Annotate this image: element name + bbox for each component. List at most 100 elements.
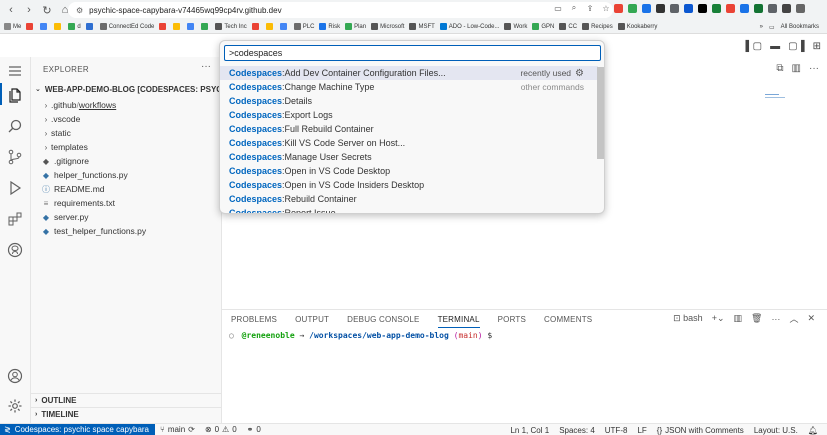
tree-folder[interactable]: › .github / workflows [31, 98, 222, 112]
share-icon[interactable]: ⇪ [585, 3, 595, 13]
extension-icon[interactable] [656, 4, 665, 13]
bookmark-item[interactable]: d [68, 23, 81, 30]
reload-icon[interactable]: ↻ [40, 3, 54, 17]
tree-file[interactable]: ◆ .gitignore [31, 154, 222, 168]
bookmark-item[interactable]: Recipes [582, 23, 613, 30]
problems-status[interactable]: ⊗ 0 ⚠ 0 [200, 425, 242, 434]
bookmark-item[interactable] [85, 23, 95, 30]
tree-file[interactable]: ◆ test_helper_functions.py [31, 224, 222, 238]
extension-icon[interactable] [782, 4, 791, 13]
branch-status[interactable]: ⑂ main ⟳ [155, 425, 200, 434]
command-item[interactable]: Codespaces: Change Machine Type other com… [220, 80, 598, 94]
bookmarks-overflow-icon[interactable]: » [760, 24, 763, 30]
bookmark-item[interactable]: Tech Inc [215, 23, 247, 30]
forward-icon[interactable]: › [22, 3, 36, 17]
extension-icon[interactable] [698, 4, 707, 13]
search-icon[interactable] [6, 117, 24, 135]
bookmark-item[interactable] [279, 23, 289, 30]
command-palette-input[interactable]: >codespaces [224, 45, 601, 61]
remote-indicator[interactable]: ≷ Codespaces: psychic space capybara [0, 423, 155, 435]
panel-tab-debug-console[interactable]: DEBUG CONSOLE [338, 310, 428, 328]
toggle-secondary-sidebar-icon[interactable]: ▢▐ [788, 41, 805, 52]
command-item[interactable]: Codespaces: Details [220, 94, 598, 108]
outline-section[interactable]: › OUTLINE [31, 393, 222, 407]
tree-file[interactable]: ◆ helper_functions.py [31, 168, 222, 182]
tree-folder[interactable]: › .vscode [31, 112, 222, 126]
address-bar[interactable]: ⚙ psychic-space-capybara-v74465wq99cp4rv… [68, 2, 613, 18]
toggle-panel-icon[interactable]: ▬ [770, 41, 780, 52]
explorer-icon[interactable] [6, 86, 24, 104]
bookmark-item[interactable]: Work [504, 23, 527, 30]
run-debug-icon[interactable] [6, 179, 24, 197]
ports-status[interactable]: ⚭ 0 [242, 425, 266, 434]
bookmark-item[interactable]: MSFT [409, 23, 435, 30]
bookmark-item[interactable]: Plan [345, 23, 366, 30]
bookmark-star-icon[interactable]: ☆ [601, 3, 611, 13]
language-mode[interactable]: {} JSON with Comments [652, 426, 749, 435]
command-item[interactable]: Codespaces: Kill VS Code Server on Host.… [220, 136, 598, 150]
bookmark-item[interactable]: GPN [532, 23, 554, 30]
command-item[interactable]: Codespaces: Full Rebuild Container [220, 122, 598, 136]
command-item[interactable]: Codespaces: Add Dev Container Configurat… [220, 66, 598, 80]
extension-icon[interactable] [726, 4, 735, 13]
open-preview-icon[interactable]: ⧉ [776, 63, 783, 74]
maximize-panel-icon[interactable]: ︿ [789, 312, 798, 325]
cursor-position[interactable]: Ln 1, Col 1 [505, 426, 554, 435]
bookmark-item[interactable] [201, 23, 210, 30]
bookmark-item[interactable]: ConnectEd Code [99, 23, 154, 30]
github-icon[interactable] [6, 241, 24, 259]
bookmark-item[interactable]: Microsoft [371, 23, 404, 30]
extension-icon[interactable] [768, 4, 777, 13]
panel-tab-ports[interactable]: PORTS [489, 310, 535, 328]
bookmark-item[interactable] [251, 23, 261, 30]
bookmark-item[interactable] [265, 23, 275, 30]
tree-file[interactable]: ◆ server.py [31, 210, 222, 224]
site-info-icon[interactable]: ⚙ [76, 6, 83, 15]
editor-more-icon[interactable]: ··· [809, 63, 819, 74]
encoding[interactable]: UTF-8 [600, 426, 633, 435]
panel-tab-comments[interactable]: COMMENTS [535, 310, 601, 328]
bookmark-item[interactable]: Kookaberry [617, 23, 657, 30]
extension-icon[interactable] [754, 4, 763, 13]
extension-icon[interactable] [740, 4, 749, 13]
bookmark-item[interactable] [26, 23, 35, 30]
kill-terminal-icon[interactable]: 🗑 [751, 313, 762, 324]
command-item[interactable]: Codespaces: Rebuild Container [220, 192, 598, 206]
accounts-icon[interactable] [6, 367, 24, 385]
settings-gear-icon[interactable] [6, 397, 24, 415]
close-panel-icon[interactable]: ✕ [807, 313, 815, 324]
bookmark-item[interactable] [54, 23, 63, 30]
extension-icon[interactable] [670, 4, 679, 13]
panel-tab-problems[interactable]: PROBLEMS [222, 310, 286, 328]
extensions-icon[interactable] [6, 210, 24, 228]
extension-icon[interactable] [642, 4, 651, 13]
explorer-more-icon[interactable]: ··· [201, 61, 211, 72]
panel-tab-output[interactable]: OUTPUT [286, 310, 338, 328]
terminal-shell[interactable]: ⊡ bash [673, 313, 703, 324]
keyboard-layout[interactable]: Layout: U.S. [749, 426, 803, 435]
cast-icon[interactable]: ▭ [553, 3, 563, 13]
configure-keybinding-gear-icon[interactable]: ⚙ [575, 68, 584, 79]
terminal-prompt[interactable]: ○ @reneenoble → /workspaces/web-app-demo… [229, 331, 492, 340]
bookmark-item[interactable]: PLC [293, 23, 314, 30]
bookmark-item[interactable] [159, 23, 168, 30]
panel-tab-terminal[interactable]: TERMINAL [429, 310, 489, 328]
minimap[interactable] [765, 94, 787, 100]
panel-more-icon[interactable]: ··· [771, 314, 780, 324]
bookmark-item[interactable]: Me [4, 23, 21, 30]
zoom-icon[interactable]: ⌕ [569, 3, 579, 13]
timeline-section[interactable]: › TIMELINE [31, 407, 222, 421]
extension-icon[interactable] [614, 4, 623, 13]
bookmark-item[interactable]: CC [559, 23, 577, 30]
notifications-bell-icon[interactable]: 🔔︎ [803, 426, 823, 435]
source-control-icon[interactable] [6, 148, 24, 166]
extension-icon[interactable] [684, 4, 693, 13]
bookmark-item[interactable]: Risk [319, 23, 340, 30]
tree-file[interactable]: ≡ requirements.txt [31, 196, 222, 210]
menu-icon[interactable] [6, 62, 24, 80]
command-list-scrollbar[interactable] [597, 67, 604, 159]
extension-icon[interactable] [628, 4, 637, 13]
workspace-header[interactable]: ⌄ WEB-APP-DEMO-BLOG [CODESPACES: PSYCHI.… [31, 82, 222, 96]
command-item[interactable]: Codespaces: Report Issue [220, 206, 598, 213]
bookmark-item[interactable]: ADO - Low-Code... [439, 23, 499, 30]
